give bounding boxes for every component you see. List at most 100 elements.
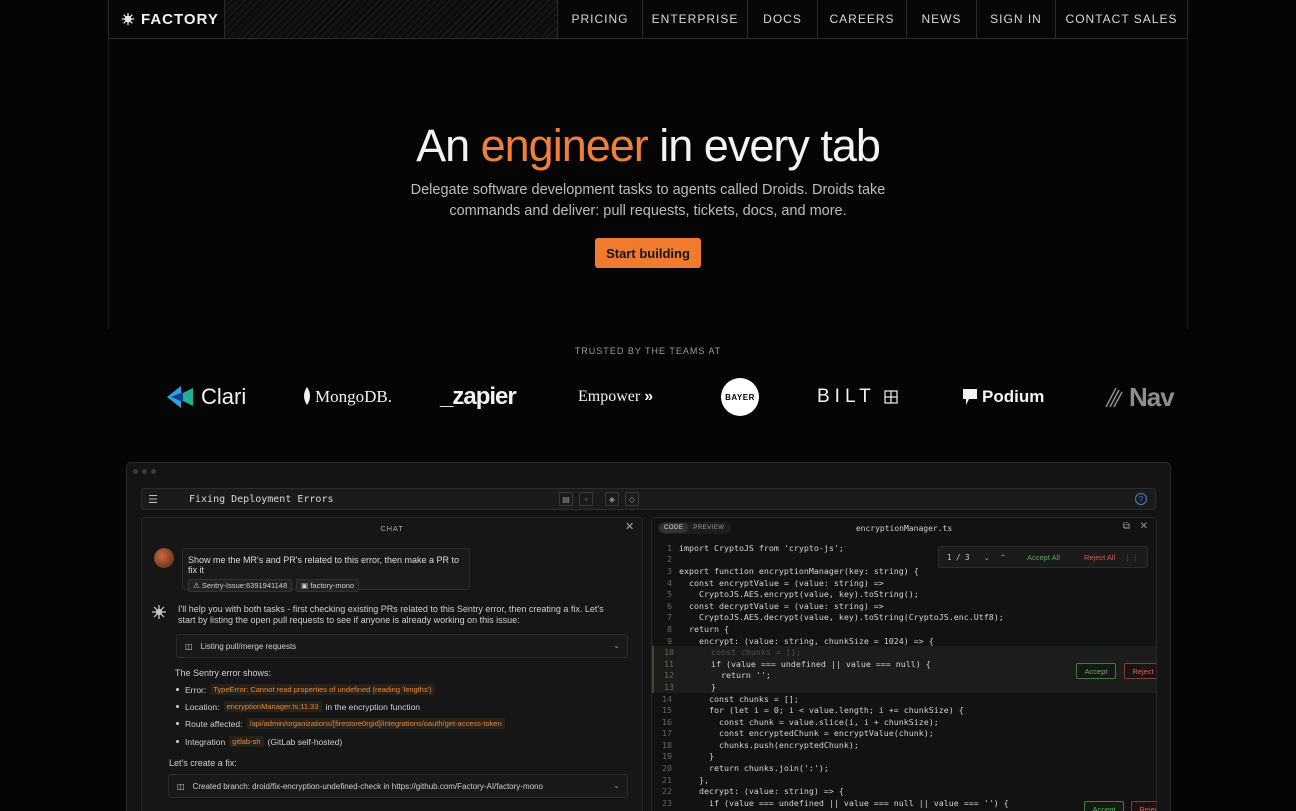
copy-icon[interactable]: ⧉ xyxy=(1123,521,1130,532)
code-line: 8 return { xyxy=(652,623,1156,635)
code-line: 19 } xyxy=(652,751,1156,763)
file-name: encryptionManager.ts xyxy=(855,524,953,533)
line-number: 14 xyxy=(662,693,672,704)
document-icon[interactable]: ▫ xyxy=(579,492,593,506)
nav-text: Nav xyxy=(1129,381,1175,412)
bayer-cross-icon: BAYER xyxy=(721,378,759,416)
code-line: 6 const decryptValue = (value: string) =… xyxy=(652,600,1156,612)
reject-button[interactable]: Reject xyxy=(1124,663,1156,679)
code-text: export function encryptionManager(key: s… xyxy=(679,565,919,576)
help-icon[interactable]: ? xyxy=(1135,493,1147,505)
nav-contact-sales[interactable]: CONTACT SALES xyxy=(1055,0,1187,38)
diff-count: 1 / 3 xyxy=(947,552,970,562)
bullet-label: Location: xyxy=(185,701,220,712)
code-text: return chunks.join(':'); xyxy=(679,763,829,774)
sentry-summary-label: The Sentry error shows: xyxy=(175,668,272,678)
fix-label: Let's create a fix: xyxy=(169,758,237,768)
line-number: 11 xyxy=(664,658,674,669)
nav-careers[interactable]: CAREERS xyxy=(817,0,906,38)
reject-button[interactable]: Reject xyxy=(1131,801,1156,811)
window-dot[interactable] xyxy=(133,469,138,474)
layers-icon[interactable]: ◈ xyxy=(605,492,619,506)
session-title: Fixing Deployment Errors xyxy=(189,493,334,505)
close-icon[interactable]: ✕ xyxy=(1140,521,1148,532)
line-number: 18 xyxy=(662,739,672,750)
tool-call-list-prs[interactable]: ◫ Listing pull/merge requests ⌄ xyxy=(176,634,628,658)
accept-all-button[interactable]: Accept All xyxy=(1027,553,1060,562)
window-dot[interactable] xyxy=(151,469,156,474)
nav-hatch-decoration xyxy=(225,0,558,38)
empower-text: Empower xyxy=(578,388,641,405)
line-number: 6 xyxy=(667,600,672,611)
window-dot[interactable] xyxy=(142,469,147,474)
hero-title-pre: An xyxy=(416,120,481,171)
app-window: ☰ Fixing Deployment Errors ▤ ▫ ◈ ◇ ? CHA… xyxy=(126,462,1171,811)
bullet-dot xyxy=(176,705,179,708)
chat-header: CHAT ✕ xyxy=(142,518,642,538)
sentry-issue-chip[interactable]: ⚠ Sentry-Issue:6391941148 xyxy=(188,579,293,592)
factory-logo-icon xyxy=(121,12,135,26)
nav-docs[interactable]: DOCS xyxy=(747,0,817,38)
line-number: 4 xyxy=(667,577,672,588)
stack-icon[interactable]: ◇ xyxy=(625,492,639,506)
accept-button[interactable]: Accept xyxy=(1084,801,1124,811)
brand-name: FACTORY xyxy=(141,10,219,28)
error-chip: TypeError: Cannot read properties of und… xyxy=(210,684,435,695)
bullet-label: Route affected: xyxy=(185,718,243,729)
start-building-button[interactable]: Start building xyxy=(595,238,701,268)
empower-logo: Empower » xyxy=(578,374,653,420)
code-header: CODE PREVIEW encryptionManager.ts ⧉ ✕ xyxy=(652,518,1156,538)
code-panel: CODE PREVIEW encryptionManager.ts ⧉ ✕ 1 i… xyxy=(651,517,1157,811)
line-number: 12 xyxy=(664,670,674,681)
code-text: for (let i = 0; i < value.length; i += c… xyxy=(679,705,964,716)
bilt-grid-icon xyxy=(884,390,898,404)
drag-handle-icon[interactable]: ⋮⋮ xyxy=(1124,553,1139,562)
bullet-after: (GitLab self-hosted) xyxy=(267,736,343,747)
session-topbar: ☰ Fixing Deployment Errors ▤ ▫ ◈ ◇ ? xyxy=(141,488,1156,510)
code-line: 23 if (value === undefined || value === … xyxy=(652,797,1156,809)
list-item: Error: TypeError: Cannot read properties… xyxy=(176,684,435,695)
nav-sign-in[interactable]: SIGN IN xyxy=(976,0,1055,38)
code-text: return { xyxy=(679,623,729,634)
code-line: 4 const encryptValue = (value: string) =… xyxy=(652,577,1156,589)
close-icon[interactable]: ✕ xyxy=(625,522,635,533)
accept-button[interactable]: Accept xyxy=(1076,663,1116,679)
branch-icon: ◫ xyxy=(177,781,185,791)
nav-pricing[interactable]: PRICING xyxy=(558,0,642,38)
hamburger-menu-icon[interactable]: ☰ xyxy=(142,489,164,509)
clari-mark-icon xyxy=(167,386,193,408)
line-number: 15 xyxy=(662,705,672,716)
customer-logos: Clari MongoDB. _zapier Empower » BAYER B… xyxy=(155,374,1185,420)
chevron-down-icon: ⌄ xyxy=(613,781,620,790)
line-number: 5 xyxy=(667,589,672,600)
code-text: const chunks = []; xyxy=(679,693,799,704)
code-text: if (value === undefined || value === nul… xyxy=(681,658,931,669)
chevron-up-icon[interactable]: ⌃ xyxy=(1000,553,1006,562)
pull-request-icon: ◫ xyxy=(185,641,193,651)
bullet-label: Error: xyxy=(185,684,207,695)
code-line: 10 const chunks = []; xyxy=(652,646,1156,658)
chevron-down-icon[interactable]: ⌄ xyxy=(984,553,990,562)
line-number: 10 xyxy=(664,647,674,658)
integration-chip: gitlab-sh xyxy=(229,736,264,747)
nav-logo: Nav xyxy=(1105,374,1175,420)
mongodb-logo: MongoDB. xyxy=(302,374,392,420)
reject-all-button[interactable]: Reject All xyxy=(1084,553,1115,562)
line-number: 9 xyxy=(667,635,672,646)
line-number: 7 xyxy=(667,612,672,623)
repo-chip[interactable]: ▣ factory-mono xyxy=(296,579,360,592)
tool-call-create-branch[interactable]: ◫ Created branch: droid/fix-encryption-u… xyxy=(168,774,628,798)
nav-mark-icon xyxy=(1105,387,1123,408)
user-avatar xyxy=(154,548,174,568)
hero-title-post: in every tab xyxy=(647,120,881,171)
list-item: Location: encryptionManager.ts:11:33 in … xyxy=(176,701,420,712)
code-text: CryptoJS.AES.decrypt(value, key).toStrin… xyxy=(679,612,1004,623)
line-number: 1 xyxy=(667,542,672,553)
sentry-issue-chip-label: Sentry-Issue:6391941148 xyxy=(201,581,288,590)
nav-news[interactable]: NEWS xyxy=(906,0,976,38)
zapier-logo: _zapier xyxy=(440,383,517,410)
mongodb-text: MongoDB. xyxy=(315,387,392,406)
nav-enterprise[interactable]: ENTERPRISE xyxy=(642,0,747,38)
brand-logo[interactable]: FACTORY xyxy=(109,0,225,38)
terminal-icon[interactable]: ▤ xyxy=(559,492,573,506)
